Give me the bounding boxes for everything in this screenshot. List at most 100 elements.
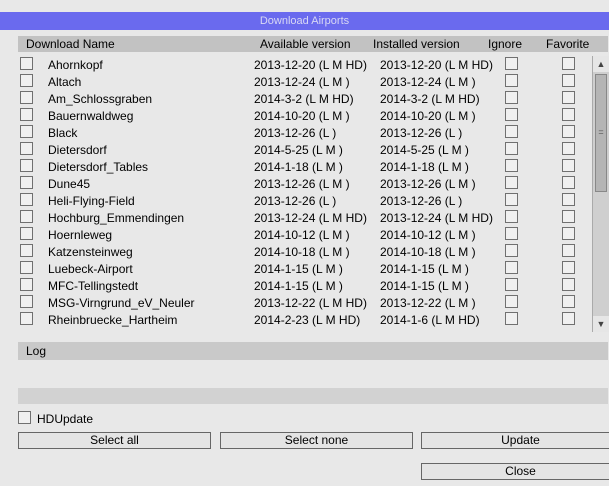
list-item[interactable]: MFC-Tellingstedt 2014-1-15 (L M ) 2014-1-1… xyxy=(18,277,588,294)
download-airports-window: Download Airports Download Name Availabl… xyxy=(0,0,609,486)
ignore-checkbox[interactable] xyxy=(505,193,518,206)
download-checkbox[interactable] xyxy=(20,244,33,257)
favorite-checkbox[interactable] xyxy=(562,295,575,308)
list-item[interactable]: Am_Schlossgraben 2014-3-2 (L M HD) 2014-3-… xyxy=(18,90,588,107)
list-item[interactable]: Dune45 2013-12-26 (L M ) 2013-12-26 (L M ) xyxy=(18,175,588,192)
available-version: 2014-1-15 (L M ) xyxy=(254,279,343,293)
airport-name: Dune45 xyxy=(48,177,91,191)
ignore-checkbox[interactable] xyxy=(505,261,518,274)
download-checkbox[interactable] xyxy=(20,91,33,104)
close-button[interactable]: Close xyxy=(421,463,609,480)
column-header-available[interactable]: Available version xyxy=(260,37,351,51)
download-checkbox[interactable] xyxy=(20,57,33,70)
ignore-checkbox[interactable] xyxy=(505,108,518,121)
scroll-up-arrow-icon[interactable]: ▲ xyxy=(593,56,609,72)
installed-version: 2013-12-24 (L M HD) xyxy=(380,211,493,225)
select-all-button[interactable]: Select all xyxy=(18,432,211,449)
favorite-checkbox[interactable] xyxy=(562,74,575,87)
favorite-checkbox[interactable] xyxy=(562,261,575,274)
available-version: 2014-10-20 (L M ) xyxy=(254,109,350,123)
list-item[interactable]: Hoernleweg 2014-10-12 (L M ) 2014-10-12 (L… xyxy=(18,226,588,243)
installed-version: 2014-10-12 (L M ) xyxy=(380,228,476,242)
airport-name: Dietersdorf_Tables xyxy=(48,160,149,174)
airport-name: Katzensteinweg xyxy=(48,245,133,259)
favorite-checkbox[interactable] xyxy=(562,227,575,240)
available-version: 2013-12-20 (L M HD) xyxy=(254,58,367,72)
column-header-name[interactable]: Download Name xyxy=(26,37,115,51)
list-item[interactable]: Altach 2013-12-24 (L M ) 2013-12-24 (L M ) xyxy=(18,73,588,90)
download-checkbox[interactable] xyxy=(20,142,33,155)
favorite-checkbox[interactable] xyxy=(562,176,575,189)
airport-name: Dietersdorf xyxy=(48,143,107,157)
ignore-checkbox[interactable] xyxy=(505,210,518,223)
column-header-ignore[interactable]: Ignore xyxy=(488,37,522,51)
list-item[interactable]: Katzensteinweg 2014-10-18 (L M ) 2014-10-1… xyxy=(18,243,588,260)
ignore-checkbox[interactable] xyxy=(505,244,518,257)
favorite-checkbox[interactable] xyxy=(562,125,575,138)
download-checkbox[interactable] xyxy=(20,176,33,189)
ignore-checkbox[interactable] xyxy=(505,142,518,155)
favorite-checkbox[interactable] xyxy=(562,193,575,206)
list-item[interactable]: Bauernwaldweg 2014-10-20 (L M ) 2014-10-20… xyxy=(18,107,588,124)
list-scrollbar[interactable]: ▲ = ▼ xyxy=(592,56,609,332)
favorite-checkbox[interactable] xyxy=(562,142,575,155)
ignore-checkbox[interactable] xyxy=(505,295,518,308)
download-checkbox[interactable] xyxy=(20,210,33,223)
download-checkbox[interactable] xyxy=(20,108,33,121)
scroll-down-arrow-icon[interactable]: ▼ xyxy=(593,316,609,332)
installed-version: 2014-3-2 (L M HD) xyxy=(380,92,480,106)
download-checkbox[interactable] xyxy=(20,74,33,87)
list-item[interactable]: Hochburg_Emmendingen 2013-12-24 (L M HD) 2… xyxy=(18,209,588,226)
ignore-checkbox[interactable] xyxy=(505,74,518,87)
column-header-installed[interactable]: Installed version xyxy=(373,37,460,51)
download-checkbox[interactable] xyxy=(20,312,33,325)
favorite-checkbox[interactable] xyxy=(562,108,575,121)
favorite-checkbox[interactable] xyxy=(562,159,575,172)
installed-version: 2014-5-25 (L M ) xyxy=(380,143,469,157)
download-checkbox[interactable] xyxy=(20,193,33,206)
installed-version: 2014-1-15 (L M ) xyxy=(380,279,469,293)
favorite-checkbox[interactable] xyxy=(562,312,575,325)
download-checkbox[interactable] xyxy=(20,227,33,240)
ignore-checkbox[interactable] xyxy=(505,312,518,325)
favorite-checkbox[interactable] xyxy=(562,91,575,104)
list-item[interactable]: Black 2013-12-26 (L ) 2013-12-26 (L ) xyxy=(18,124,588,141)
select-none-button[interactable]: Select none xyxy=(220,432,413,449)
installed-version: 2014-1-18 (L M ) xyxy=(380,160,469,174)
available-version: 2014-3-2 (L M HD) xyxy=(254,92,354,106)
available-version: 2014-1-15 (L M ) xyxy=(254,262,343,276)
ignore-checkbox[interactable] xyxy=(505,125,518,138)
download-checkbox[interactable] xyxy=(20,295,33,308)
list-item[interactable]: Dietersdorf_Tables 2014-1-18 (L M ) 2014-1… xyxy=(18,158,588,175)
airport-name: Luebeck-Airport xyxy=(48,262,133,276)
favorite-checkbox[interactable] xyxy=(562,278,575,291)
ignore-checkbox[interactable] xyxy=(505,91,518,104)
download-checkbox[interactable] xyxy=(20,159,33,172)
download-checkbox[interactable] xyxy=(20,261,33,274)
favorite-checkbox[interactable] xyxy=(562,57,575,70)
scroll-thumb[interactable]: = xyxy=(595,74,607,192)
favorite-checkbox[interactable] xyxy=(562,210,575,223)
list-item[interactable]: Heli-Flying-Field 2013-12-26 (L ) 2013-12-… xyxy=(18,192,588,209)
list-item[interactable]: Luebeck-Airport 2014-1-15 (L M ) 2014-1-15… xyxy=(18,260,588,277)
available-version: 2014-2-23 (L M HD) xyxy=(254,313,361,327)
ignore-checkbox[interactable] xyxy=(505,159,518,172)
ignore-checkbox[interactable] xyxy=(505,278,518,291)
available-version: 2013-12-26 (L ) xyxy=(254,126,337,140)
installed-version: 2013-12-26 (L ) xyxy=(380,194,463,208)
airport-name: Bauernwaldweg xyxy=(48,109,134,123)
update-button[interactable]: Update xyxy=(421,432,609,449)
hdupdate-checkbox[interactable] xyxy=(18,411,31,424)
ignore-checkbox[interactable] xyxy=(505,227,518,240)
list-item[interactable]: Ahornkopf 2013-12-20 (L M HD) 2013-12-20 (… xyxy=(18,56,588,73)
list-item[interactable]: Dietersdorf 2014-5-25 (L M ) 2014-5-25 (L … xyxy=(18,141,588,158)
ignore-checkbox[interactable] xyxy=(505,176,518,189)
download-checkbox[interactable] xyxy=(20,125,33,138)
download-checkbox[interactable] xyxy=(20,278,33,291)
list-item[interactable]: Rheinbruecke_Hartheim 2014-2-23 (L M HD) 2… xyxy=(18,311,588,328)
available-version: 2013-12-24 (L M HD) xyxy=(254,211,367,225)
ignore-checkbox[interactable] xyxy=(505,57,518,70)
list-item[interactable]: MSG-Virngrund_eV_Neuler 2013-12-22 (L M H… xyxy=(18,294,588,311)
column-header-favorite[interactable]: Favorite xyxy=(546,37,589,51)
favorite-checkbox[interactable] xyxy=(562,244,575,257)
